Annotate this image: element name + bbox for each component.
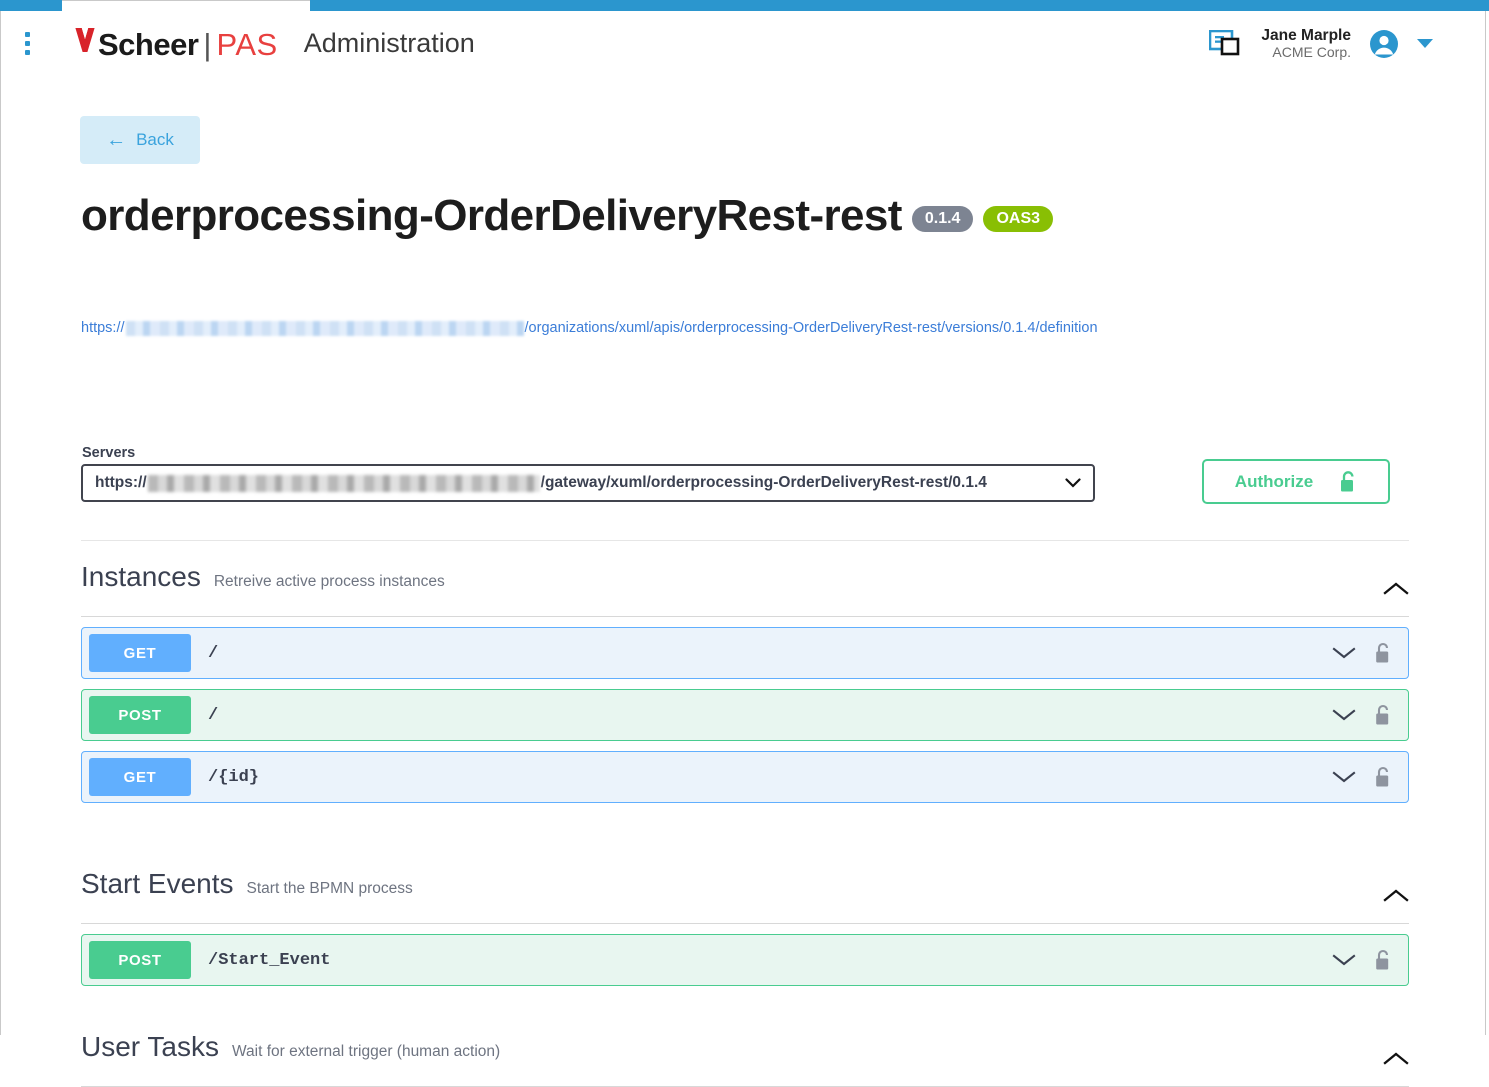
app-header: Scheer | PAS Administration Jane Marple …	[1, 11, 1485, 76]
chevron-down-icon[interactable]	[1332, 646, 1356, 660]
chevron-down-icon[interactable]	[1332, 953, 1356, 967]
kebab-dot-icon	[25, 32, 30, 37]
section-header-instances[interactable]: Instances Retreive active process instan…	[81, 561, 1409, 617]
page-title: Administration	[304, 28, 475, 59]
back-button-label: Back	[136, 130, 174, 150]
operation-row[interactable]: POST /Start_Event	[81, 934, 1409, 986]
section-header-user-tasks[interactable]: User Tasks Wait for external trigger (hu…	[81, 1031, 1409, 1087]
page-content: ← Back orderprocessing-OrderDeliveryRest…	[1, 76, 1485, 1035]
brand-separator: |	[203, 27, 211, 63]
api-url-prefix: https://	[81, 320, 125, 336]
authorize-button[interactable]: Authorize	[1202, 459, 1390, 504]
api-url-suffix: /organizations/xuml/apis/orderprocessing…	[525, 320, 1098, 336]
servers-label: Servers	[82, 445, 135, 461]
brand-pas-text: PAS	[216, 27, 277, 63]
header-right-group: Jane Marple ACME Corp.	[1209, 27, 1433, 61]
unlock-icon[interactable]	[1374, 766, 1392, 789]
servers-panel: Servers https:// /gateway/xuml/orderproc…	[81, 396, 1409, 541]
unlock-icon	[1339, 470, 1357, 494]
server-url-suffix: /gateway/xuml/orderprocessing-OrderDeliv…	[541, 474, 987, 492]
http-method-badge: POST	[89, 941, 191, 979]
arrow-left-icon: ←	[106, 130, 126, 150]
api-title-row: orderprocessing-OrderDeliveryRest-rest 0…	[81, 194, 1053, 238]
operation-row[interactable]: POST /	[81, 689, 1409, 741]
user-avatar-icon[interactable]	[1369, 29, 1399, 59]
http-method-badge: POST	[89, 696, 191, 734]
api-definition-url[interactable]: https:// /organizations/xuml/apis/orderp…	[81, 320, 1098, 336]
api-title: orderprocessing-OrderDeliveryRest-rest	[81, 194, 902, 238]
back-button[interactable]: ← Back	[80, 116, 200, 164]
chevron-up-icon[interactable]	[1383, 581, 1409, 596]
main-menu-button[interactable]	[4, 32, 50, 55]
scheer-logo-mark	[75, 25, 96, 55]
brand-logo[interactable]: Scheer | PAS	[72, 25, 278, 63]
section-description: Retreive active process instances	[214, 573, 445, 591]
chevron-up-icon[interactable]	[1383, 1051, 1409, 1066]
chevron-up-icon[interactable]	[1383, 888, 1409, 903]
section-start-events: Start Events Start the BPMN process POST…	[81, 868, 1409, 986]
browser-active-tab[interactable]	[62, 0, 310, 11]
section-user-tasks: User Tasks Wait for external trigger (hu…	[81, 1031, 1409, 1087]
authorize-label: Authorize	[1235, 472, 1313, 492]
unlock-icon[interactable]	[1374, 949, 1392, 972]
servers-select[interactable]: https:// /gateway/xuml/orderprocessing-O…	[81, 464, 1095, 502]
operation-path: /{id}	[208, 768, 259, 787]
unlock-icon[interactable]	[1374, 704, 1392, 727]
operation-path: /	[208, 644, 218, 663]
user-org: ACME Corp.	[1261, 44, 1351, 60]
section-title: Start Events	[81, 868, 234, 900]
unlock-icon[interactable]	[1374, 642, 1392, 665]
api-url-redacted-block	[126, 321, 524, 336]
operation-row[interactable]: GET /	[81, 627, 1409, 679]
brand-scheer-text: Scheer	[98, 27, 198, 63]
section-instances: Instances Retreive active process instan…	[81, 561, 1409, 803]
operation-path: /Start_Event	[208, 951, 330, 970]
http-method-badge: GET	[89, 758, 191, 796]
form-chat-icon[interactable]	[1209, 30, 1243, 58]
server-url-prefix: https://	[95, 474, 147, 492]
operation-row[interactable]: GET /{id}	[81, 751, 1409, 803]
server-url-redacted-block	[148, 475, 540, 492]
section-description: Start the BPMN process	[247, 880, 413, 898]
user-info: Jane Marple ACME Corp.	[1261, 27, 1351, 61]
window-right-border	[1485, 11, 1486, 1035]
user-name: Jane Marple	[1261, 27, 1351, 45]
api-version-badge: 0.1.4	[912, 206, 974, 232]
api-spec-badge: OAS3	[983, 206, 1053, 232]
kebab-dot-icon	[25, 41, 30, 46]
user-menu-chevron-down-icon[interactable]	[1417, 39, 1433, 48]
section-header-start-events[interactable]: Start Events Start the BPMN process	[81, 868, 1409, 924]
section-title: User Tasks	[81, 1031, 219, 1063]
http-method-badge: GET	[89, 634, 191, 672]
kebab-dot-icon	[25, 50, 30, 55]
section-title: Instances	[81, 561, 201, 593]
operation-path: /	[208, 706, 218, 725]
chevron-down-icon[interactable]	[1332, 708, 1356, 722]
chevron-down-icon	[1065, 478, 1081, 488]
section-description: Wait for external trigger (human action)	[232, 1043, 500, 1061]
chevron-down-icon[interactable]	[1332, 770, 1356, 784]
